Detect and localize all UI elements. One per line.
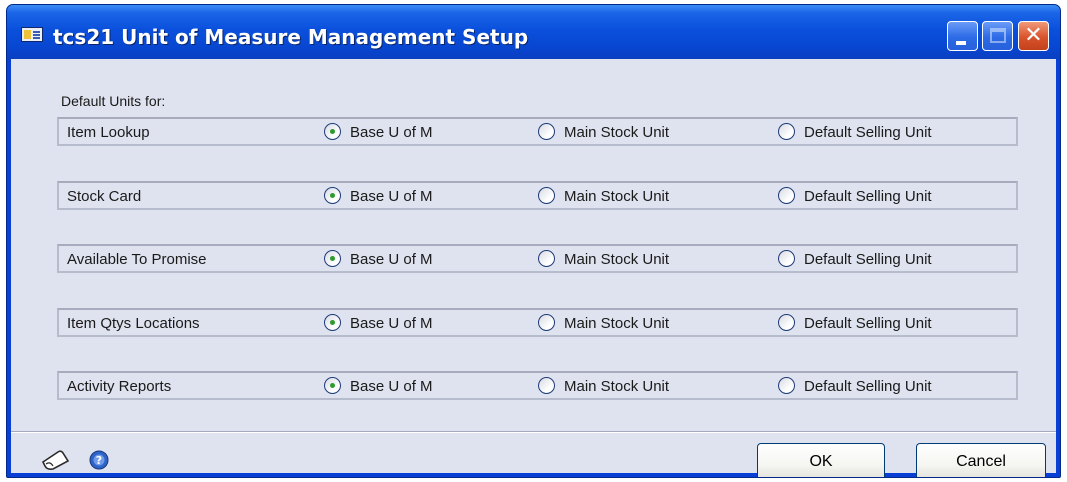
row-item-qtys-locations: Item Qtys Locations Base U of M Main Sto…: [57, 308, 1018, 337]
row-label: Available To Promise: [67, 251, 207, 268]
radio-label[interactable]: Default Selling Unit: [804, 251, 932, 268]
radio-label[interactable]: Base U of M: [350, 315, 433, 332]
radio-label[interactable]: Default Selling Unit: [804, 315, 932, 332]
minimize-icon: [956, 41, 966, 45]
help-icon[interactable]: ?: [89, 450, 109, 470]
dialog-window: tcs21 Unit of Measure Management Setup ✕…: [6, 4, 1061, 478]
svg-text:?: ?: [96, 454, 102, 467]
radio-circle-icon[interactable]: [324, 250, 341, 267]
maximize-button: [982, 21, 1013, 51]
radio-selected-dot-icon: [330, 256, 335, 261]
maximize-icon: [990, 28, 1006, 43]
radio-selected-dot-icon: [330, 320, 335, 325]
window-title: tcs21 Unit of Measure Management Setup: [53, 25, 529, 49]
radio-circle-icon[interactable]: [324, 187, 341, 204]
radio-label[interactable]: Main Stock Unit: [564, 315, 669, 332]
radio-label[interactable]: Default Selling Unit: [804, 188, 932, 205]
row-label: Stock Card: [67, 188, 142, 205]
radio-circle-icon[interactable]: [324, 377, 341, 394]
radio-circle-icon[interactable]: [778, 377, 795, 394]
radio-circle-icon[interactable]: [324, 314, 341, 331]
note-icon[interactable]: [41, 449, 71, 471]
radio-label[interactable]: Main Stock Unit: [564, 378, 669, 395]
row-activity-reports: Activity Reports Base U of M Main Stock …: [57, 371, 1018, 400]
close-button[interactable]: ✕: [1018, 21, 1049, 51]
radio-circle-icon[interactable]: [778, 123, 795, 140]
radio-circle-icon[interactable]: [778, 250, 795, 267]
dialog-body: Default Units for: Item Lookup Base U of…: [11, 59, 1056, 477]
row-label: Activity Reports: [67, 378, 172, 395]
radio-label[interactable]: Default Selling Unit: [804, 378, 932, 395]
minimize-button[interactable]: [947, 21, 978, 51]
radio-circle-icon[interactable]: [538, 314, 555, 331]
footer-divider: [11, 431, 1056, 433]
radio-label[interactable]: Main Stock Unit: [564, 124, 669, 141]
radio-circle-icon[interactable]: [538, 123, 555, 140]
radio-circle-icon[interactable]: [778, 314, 795, 331]
row-stock-card: Stock Card Base U of M Main Stock Unit D…: [57, 181, 1018, 210]
radio-label[interactable]: Base U of M: [350, 251, 433, 268]
cancel-button[interactable]: Cancel: [916, 443, 1046, 477]
radio-label[interactable]: Default Selling Unit: [804, 124, 932, 141]
row-label: Item Lookup: [67, 124, 150, 141]
radio-circle-icon[interactable]: [538, 377, 555, 394]
radio-selected-dot-icon: [330, 383, 335, 388]
app-window-icon[interactable]: [21, 27, 43, 42]
radio-label[interactable]: Main Stock Unit: [564, 188, 669, 205]
radio-circle-icon[interactable]: [538, 187, 555, 204]
radio-selected-dot-icon: [330, 193, 335, 198]
radio-circle-icon[interactable]: [778, 187, 795, 204]
row-item-lookup: Item Lookup Base U of M Main Stock Unit …: [57, 117, 1018, 146]
radio-label[interactable]: Base U of M: [350, 378, 433, 395]
row-label: Item Qtys Locations: [67, 315, 200, 332]
radio-circle-icon[interactable]: [324, 123, 341, 140]
radio-label[interactable]: Base U of M: [350, 124, 433, 141]
ok-button[interactable]: OK: [757, 443, 885, 477]
default-units-heading: Default Units for:: [61, 93, 166, 109]
radio-circle-icon[interactable]: [538, 250, 555, 267]
close-icon: ✕: [1024, 23, 1043, 48]
radio-label[interactable]: Main Stock Unit: [564, 251, 669, 268]
radio-selected-dot-icon: [330, 129, 335, 134]
radio-label[interactable]: Base U of M: [350, 188, 433, 205]
title-bar[interactable]: tcs21 Unit of Measure Management Setup ✕: [7, 5, 1060, 59]
row-available-to-promise: Available To Promise Base U of M Main St…: [57, 244, 1018, 273]
